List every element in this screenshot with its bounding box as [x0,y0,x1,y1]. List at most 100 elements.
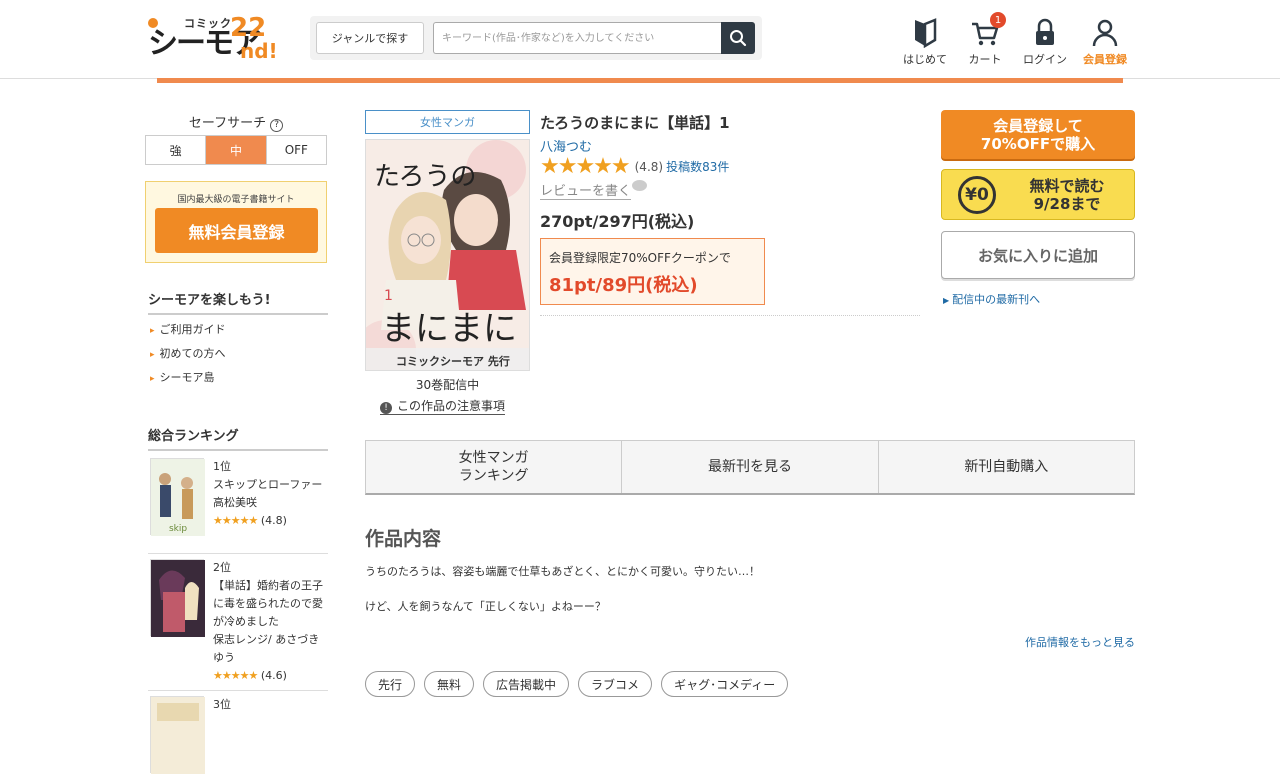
search-bar: ジャンルで探す [310,16,762,60]
buy-line-2: 70%OFFで購入 [980,134,1096,153]
ranking-thumbnail[interactable]: skip [150,458,205,536]
cart-count-badge: 1 [990,12,1006,28]
register-and-buy-button[interactable]: 会員登録して 70%OFFで購入 [941,110,1135,159]
safe-search-title: セーフサーチ? [146,112,326,132]
latest-volume-link[interactable]: 配信中の最新刊へ [943,291,1040,307]
ranking-thumbnail[interactable] [150,559,205,637]
lock-icon [1036,18,1054,45]
tab-genre-ranking[interactable]: 女性マンガ ランキング [366,441,623,493]
nav-first-time[interactable]: はじめて [895,18,955,67]
tag-chip[interactable]: 広告掲載中 [483,671,570,697]
safe-search-strong[interactable]: 強 [146,136,207,164]
divider [540,315,920,316]
search-button[interactable] [721,22,755,54]
ranking-item[interactable]: 2位 【単話】婚約者の王子に毒を盛られたので愛が冷めました 保志レンジ/ あさづ… [148,559,328,691]
book-title: たろうのまにまに【単話】1 [540,114,730,132]
guide-link-usage[interactable]: ご利用ガイド [150,321,226,337]
ranking-stars: ★★★★★ [213,514,258,527]
book-cover[interactable]: たろうの まにまに 1 コミックシーモア 先行 [365,139,530,371]
nav-login-label: ログイン [1023,53,1067,66]
book-cover-art: たろうの まにまに 1 コミックシーモア 先行 [366,140,529,370]
ranking-score: (4.6) [260,669,287,682]
book-tabs: 女性マンガ ランキング 最新刊を見る 新刊自動購入 [365,440,1135,495]
tag-list: 先行 無料 広告掲載中 ラブコメ ギャグ･コメディー [365,671,789,697]
rating-value: (4.8) [634,159,664,174]
coupon-box: 会員登録限定70%OFFクーポンで 81pt/89円(税込) [540,238,765,305]
help-icon[interactable]: ? [270,119,284,132]
enjoy-section-title: シーモアを楽しもう! [148,289,328,315]
site-header: コミック シーモア 22 nd! ジャンルで探す はじめて 1 カート [0,0,1280,79]
coupon-label: 会員登録限定70%OFFクーポンで [549,251,731,265]
book-price: 270pt/297円(税込) [540,212,695,231]
safe-search-medium[interactable]: 中 [206,136,267,164]
book-rating: ★★★★★ (4.8) 投稿数83件 [540,154,729,179]
speech-bubble-icon [632,180,647,191]
user-icon [1092,19,1118,47]
genre-tag[interactable]: 女性マンガ [365,110,530,134]
tag-chip[interactable]: ギャグ･コメディー [661,671,789,697]
logo-suffix: nd! [240,39,278,63]
ranking-info: 2位 【単話】婚約者の王子に毒を盛られたので愛が冷めました 保志レンジ/ あさづ… [213,559,328,685]
author-link[interactable]: 八海つむ [540,136,592,155]
notice-link[interactable]: ! この作品の注意事項 [380,397,506,415]
free-text: 無料で読む 9/28まで [1012,177,1122,213]
nav-register[interactable]: 会員登録 [1075,18,1135,67]
ranking-position: 1位 [213,460,231,473]
ranking-position: 3位 [213,698,231,711]
search-input[interactable] [433,22,723,54]
svg-text:1: 1 [384,288,393,304]
ranking-author: 高松美咲 [213,496,257,509]
ranking-stars: ★★★★★ [213,669,258,682]
description-line: けど、人を飼うなんて「正しくない」よねーー？ [365,600,606,613]
header-accent-bar [157,78,1123,83]
nav-cart-label: カート [968,53,1002,66]
tab-latest-volume[interactable]: 最新刊を見る [622,441,879,493]
ranking-info: 1位 スキップとローファー 高松美咲 ★★★★★ (4.8) [213,458,328,530]
more-info-link[interactable]: 作品情報をもっと見る [1025,634,1135,650]
tag-chip[interactable]: 無料 [424,671,475,697]
guide-link-beginners[interactable]: 初めての方へ [150,345,226,361]
ranking-score: (4.8) [260,514,287,527]
svg-text:たろうの: たろうの [374,162,476,192]
svg-text:skip: skip [169,524,187,534]
safe-search-toggle: 強 中 OFF [145,135,327,165]
ranking-thumbnail[interactable] [150,696,205,774]
cover-badge-text: コミックシーモア 先行 [396,354,510,368]
add-favorite-button[interactable]: お気に入りに追加 [941,231,1135,279]
nav-cart[interactable]: 1 カート [955,12,1015,67]
ranking-section-title: 総合ランキング [148,425,328,451]
tag-chip[interactable]: 先行 [365,671,416,697]
search-icon [730,30,747,47]
notice-label: この作品の注意事項 [397,399,506,413]
read-free-button[interactable]: ¥0 無料で読む 9/28まで [941,169,1135,220]
ranking-info: 3位 [213,696,328,714]
logo-number: 22 [230,13,267,43]
nav-register-label: 会員登録 [1083,53,1127,66]
ranking-item[interactable]: skip 1位 スキップとローファー 高松美咲 ★★★★★ (4.8) [148,458,328,554]
tab-auto-purchase[interactable]: 新刊自動購入 [879,441,1134,493]
ranking-author: 保志レンジ/ あさづきゆう [213,633,320,664]
tag-chip[interactable]: ラブコメ [578,671,653,697]
promo-tagline: 国内最大級の電子書籍サイト [177,195,295,205]
guide-link-island[interactable]: シーモア島 [150,369,215,385]
buy-line-1: 会員登録して [993,116,1083,135]
write-review-link[interactable]: レビューを書く [540,180,632,200]
content-heading: 作品内容 [365,528,442,550]
safe-search-off[interactable]: OFF [267,136,326,164]
register-promo: 国内最大級の電子書籍サイト 無料会員登録 [145,181,327,263]
ranking-title[interactable]: 【単話】婚約者の王子に毒を盛られたので愛が冷めました [213,577,328,631]
svg-text:まにまに: まにまに [381,309,517,349]
site-logo[interactable]: コミック シーモア 22 nd! [148,14,294,64]
genre-search-button[interactable]: ジャンルで探す [316,22,424,54]
coupon-price: 81pt/89円(税込) [549,275,698,296]
ranking-item[interactable]: 3位 [148,696,328,774]
rating-stars: ★★★★★ [540,154,631,179]
info-icon: ! [380,402,392,414]
free-register-button[interactable]: 無料会員登録 [155,208,318,253]
review-count-link[interactable]: 投稿数83件 [666,158,729,175]
ranking-title[interactable]: スキップとローファー [213,476,328,494]
safe-search-label: セーフサーチ [188,116,267,131]
beginner-mark-icon [915,18,937,48]
ranking-position: 2位 [213,561,231,574]
nav-login[interactable]: ログイン [1015,18,1075,67]
